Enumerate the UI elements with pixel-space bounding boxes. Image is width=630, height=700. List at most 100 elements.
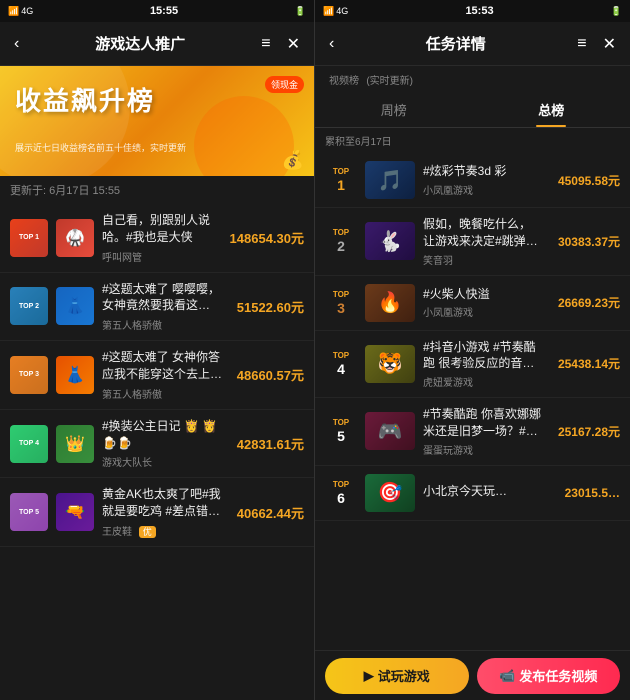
left-back-button[interactable]: ‹ <box>10 31 23 57</box>
r-item-author-4: 虎妞爱游戏 <box>423 374 542 389</box>
r-item-title-4: #抖音小游戏 #节奏酷跑 很考验反应的音乐游戏… <box>423 339 542 373</box>
item-content-5: 黄金AK也太爽了吧#我就是要吃鸡 #差点错过这游戏 王皮鞋 优 <box>102 486 225 538</box>
banner-circle-2 <box>194 96 294 176</box>
banner-subtitle: 展示近七日收益榜名前五十佳绩，实时更新 <box>15 141 186 154</box>
rank-label-3: TOP 3 <box>19 371 39 378</box>
right-menu-button[interactable]: ≡ <box>573 31 590 57</box>
right-bottom-bar: ▶ 试玩游戏 📹 发布任务视频 <box>315 650 630 700</box>
rank-badge-1: TOP 1 <box>10 219 48 257</box>
date-label: 累积至6月17日 <box>315 128 630 153</box>
right-signal: 📶 4G <box>323 6 348 17</box>
r-thumb-1: 🎵 <box>365 161 415 199</box>
item-price-2: 51522.60元 <box>237 297 304 316</box>
left-header-icons: ≡ ✕ <box>257 30 304 58</box>
item-content-2: #这题太难了 嘤嘤嘤，女神竟然要我看这个…… 第五人格骄傲 <box>102 281 225 333</box>
left-time: 15:55 <box>150 5 178 17</box>
thumb-4: 👑 <box>56 425 94 463</box>
tab-weekly[interactable]: 周榜 <box>315 91 473 127</box>
left-update-info: 更新于: 6月17日 15:55 <box>0 176 314 204</box>
left-status-bar: 📶 4G 15:55 🔋 <box>0 0 314 22</box>
left-signal: 📶 4G <box>8 6 33 17</box>
left-menu-button[interactable]: ≡ <box>257 31 274 57</box>
right-header: ‹ 任务详情 ≡ ✕ <box>315 22 630 66</box>
thumb-5: 🔫 <box>56 493 94 531</box>
r-item-author-5: 蛋蛋玩游戏 <box>423 442 542 457</box>
section-subtitle: (实时更新) <box>366 76 413 87</box>
r-item-title-2: 假如，晚餐吃什么，让游戏来决定#跳弹球球 #… <box>423 216 542 250</box>
banner-tag[interactable]: 领现金 <box>265 76 304 93</box>
r-list-item[interactable]: TOP 1 🎵 #炫彩节奏3d 彩 小凤凰游戏 45095.58元 <box>315 153 630 208</box>
right-title: 任务详情 <box>338 33 573 54</box>
section-label: 视频榜 (实时更新) <box>315 66 630 91</box>
publish-button[interactable]: 📹 发布任务视频 <box>477 658 621 694</box>
r-list-item[interactable]: TOP 6 🎯 小北京今天玩… 23015.5… <box>315 466 630 521</box>
left-battery-icon: 🔋 <box>295 6 306 17</box>
publish-label: 发布任务视频 <box>519 666 597 685</box>
thumb-3: 👗 <box>56 356 94 394</box>
rank-badge-5: TOP 5 <box>10 493 48 531</box>
right-panel: 📶 4G 15:53 🔋 ‹ 任务详情 ≡ ✕ 视频榜 (实时更新) 周榜 总榜… <box>315 0 630 700</box>
left-panel: 📶 4G 15:55 🔋 ‹ 游戏达人推广 ≡ ✕ 收益飙升榜 展示近七日收益榜… <box>0 0 315 700</box>
item-author-5: 王皮鞋 优 <box>102 523 225 538</box>
r-list-item[interactable]: TOP 5 🎮 #节奏酷跑 你喜欢娜娜米还是旧梦一场？#00后 蛋蛋玩游戏 25… <box>315 398 630 466</box>
tab-total[interactable]: 总榜 <box>473 91 630 127</box>
right-battery: 🔋 <box>611 6 622 17</box>
r-item-price-2: 30383.37元 <box>550 233 620 250</box>
publish-icon: 📹 <box>499 668 515 684</box>
r-item-content-2: 假如，晚餐吃什么，让游戏来决定#跳弹球球 #… 笑音羽 <box>423 216 542 267</box>
right-time: 15:53 <box>465 5 493 17</box>
r-rank-4: TOP 4 <box>325 351 357 377</box>
item-author-2: 第五人格骄傲 <box>102 317 225 332</box>
right-status-bar: 📶 4G 15:53 🔋 <box>315 0 630 22</box>
r-rank-2: TOP 2 <box>325 228 357 254</box>
left-list: TOP 1 🥋 自己看，别跟别人说哈。#我也是大侠 呼叫网管 148654.30… <box>0 204 314 700</box>
item-content-3: #这题太难了 女神你答应我不能穿这个去上学😅 第五人格骄傲 <box>102 349 225 401</box>
right-back-button[interactable]: ‹ <box>325 31 338 57</box>
list-item[interactable]: TOP 1 🥋 自己看，别跟别人说哈。#我也是大侠 呼叫网管 148654.30… <box>0 204 314 273</box>
left-banner: 收益飙升榜 展示近七日收益榜名前五十佳绩，实时更新 领现金 💰 <box>0 66 314 176</box>
list-item[interactable]: TOP 4 👑 #换装公主日记 👸 👸 🍺🍺 游戏大队长 42831.61元 <box>0 410 314 479</box>
r-item-author-1: 小凤凰游戏 <box>423 182 542 197</box>
left-battery: 🔋 <box>295 6 306 17</box>
banner-coins-icon: 💰 <box>282 150 304 171</box>
rank-label-2: TOP 2 <box>19 303 39 310</box>
play-label: 试玩游戏 <box>378 666 430 685</box>
right-header-icons: ≡ ✕ <box>573 30 620 58</box>
right-close-button[interactable]: ✕ <box>599 30 620 58</box>
item-author-4: 游戏大队长 <box>102 454 225 469</box>
play-button[interactable]: ▶ 试玩游戏 <box>325 658 469 694</box>
item-title-2: #这题太难了 嘤嘤嘤，女神竟然要我看这个…… <box>102 281 225 315</box>
r-item-price-1: 45095.58元 <box>550 172 620 189</box>
item-price-1: 148654.30元 <box>230 228 304 247</box>
item-title-3: #这题太难了 女神你答应我不能穿这个去上学😅 <box>102 349 225 383</box>
r-rank-1: TOP 1 <box>325 167 357 193</box>
item-price-5: 40662.44元 <box>237 503 304 522</box>
promo-badge: 优 <box>139 526 156 538</box>
r-thumb-4: 🐯 <box>365 345 415 383</box>
r-item-content-3: #火柴人快溢 小凤凰游戏 <box>423 286 542 320</box>
r-thumb-3: 🔥 <box>365 284 415 322</box>
list-item[interactable]: TOP 5 🔫 黄金AK也太爽了吧#我就是要吃鸡 #差点错过这游戏 王皮鞋 优 … <box>0 478 314 547</box>
r-list-item[interactable]: TOP 4 🐯 #抖音小游戏 #节奏酷跑 很考验反应的音乐游戏… 虎妞爱游戏 2… <box>315 331 630 399</box>
item-author-1: 呼叫网管 <box>102 249 218 264</box>
section-title: 视频榜 <box>329 76 359 87</box>
rank-label-5: TOP 5 <box>19 509 39 516</box>
item-content-4: #换装公主日记 👸 👸 🍺🍺 游戏大队长 <box>102 418 225 470</box>
list-item[interactable]: TOP 2 👗 #这题太难了 嘤嘤嘤，女神竟然要我看这个…… 第五人格骄傲 51… <box>0 273 314 342</box>
item-author-3: 第五人格骄傲 <box>102 386 225 401</box>
item-price-3: 48660.57元 <box>237 365 304 384</box>
list-item[interactable]: TOP 3 👗 #这题太难了 女神你答应我不能穿这个去上学😅 第五人格骄傲 48… <box>0 341 314 410</box>
r-item-title-6: 小北京今天玩… <box>423 483 542 500</box>
left-signal-icon: 📶 <box>8 6 19 17</box>
right-battery-icon: 🔋 <box>611 6 622 17</box>
left-header: ‹ 游戏达人推广 ≡ ✕ <box>0 22 314 66</box>
r-list-item[interactable]: TOP 2 🐇 假如，晚餐吃什么，让游戏来决定#跳弹球球 #… 笑音羽 3038… <box>315 208 630 276</box>
item-title-5: 黄金AK也太爽了吧#我就是要吃鸡 #差点错过这游戏 <box>102 486 225 520</box>
r-item-content-5: #节奏酷跑 你喜欢娜娜米还是旧梦一场？#00后 蛋蛋玩游戏 <box>423 406 542 457</box>
r-item-title-3: #火柴人快溢 <box>423 286 542 303</box>
left-close-button[interactable]: ✕ <box>283 30 304 58</box>
r-list-item[interactable]: TOP 3 🔥 #火柴人快溢 小凤凰游戏 26669.23元 <box>315 276 630 331</box>
item-price-4: 42831.61元 <box>237 434 304 453</box>
left-signal-text: 4G <box>21 6 33 16</box>
r-item-price-5: 25167.28元 <box>550 423 620 440</box>
